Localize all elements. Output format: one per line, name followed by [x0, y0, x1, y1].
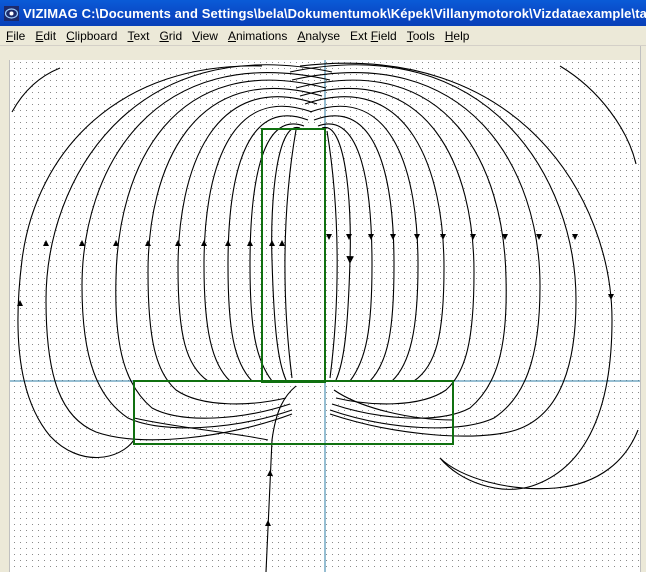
menu-animations[interactable]: Animations: [223, 27, 292, 45]
menu-view[interactable]: View: [187, 27, 223, 45]
canvas-right-border: [640, 46, 646, 572]
canvas-top-border: [0, 46, 646, 61]
menu-grid[interactable]: Grid: [154, 27, 187, 45]
title-bar: VIZIMAG C:\Documents and Settings\bela\D…: [0, 0, 646, 26]
vizimag-app-icon: [4, 5, 19, 21]
menu-tools[interactable]: Tools: [402, 27, 440, 45]
window-title: VIZIMAG C:\Documents and Settings\bela\D…: [23, 5, 646, 21]
menu-ext-field[interactable]: Ext Field: [345, 27, 402, 45]
canvas-left-border: [0, 60, 10, 572]
menu-help[interactable]: Help: [440, 27, 475, 45]
menu-file[interactable]: File: [1, 27, 30, 45]
menu-analyse[interactable]: Analyse: [292, 27, 345, 45]
menu-text[interactable]: Text: [122, 27, 154, 45]
menu-edit[interactable]: Edit: [30, 27, 61, 45]
menu-bar: File Edit Clipboard Text Grid View Anima…: [0, 26, 646, 46]
menu-clipboard[interactable]: Clipboard: [61, 27, 122, 45]
field-canvas[interactable]: [10, 60, 640, 572]
